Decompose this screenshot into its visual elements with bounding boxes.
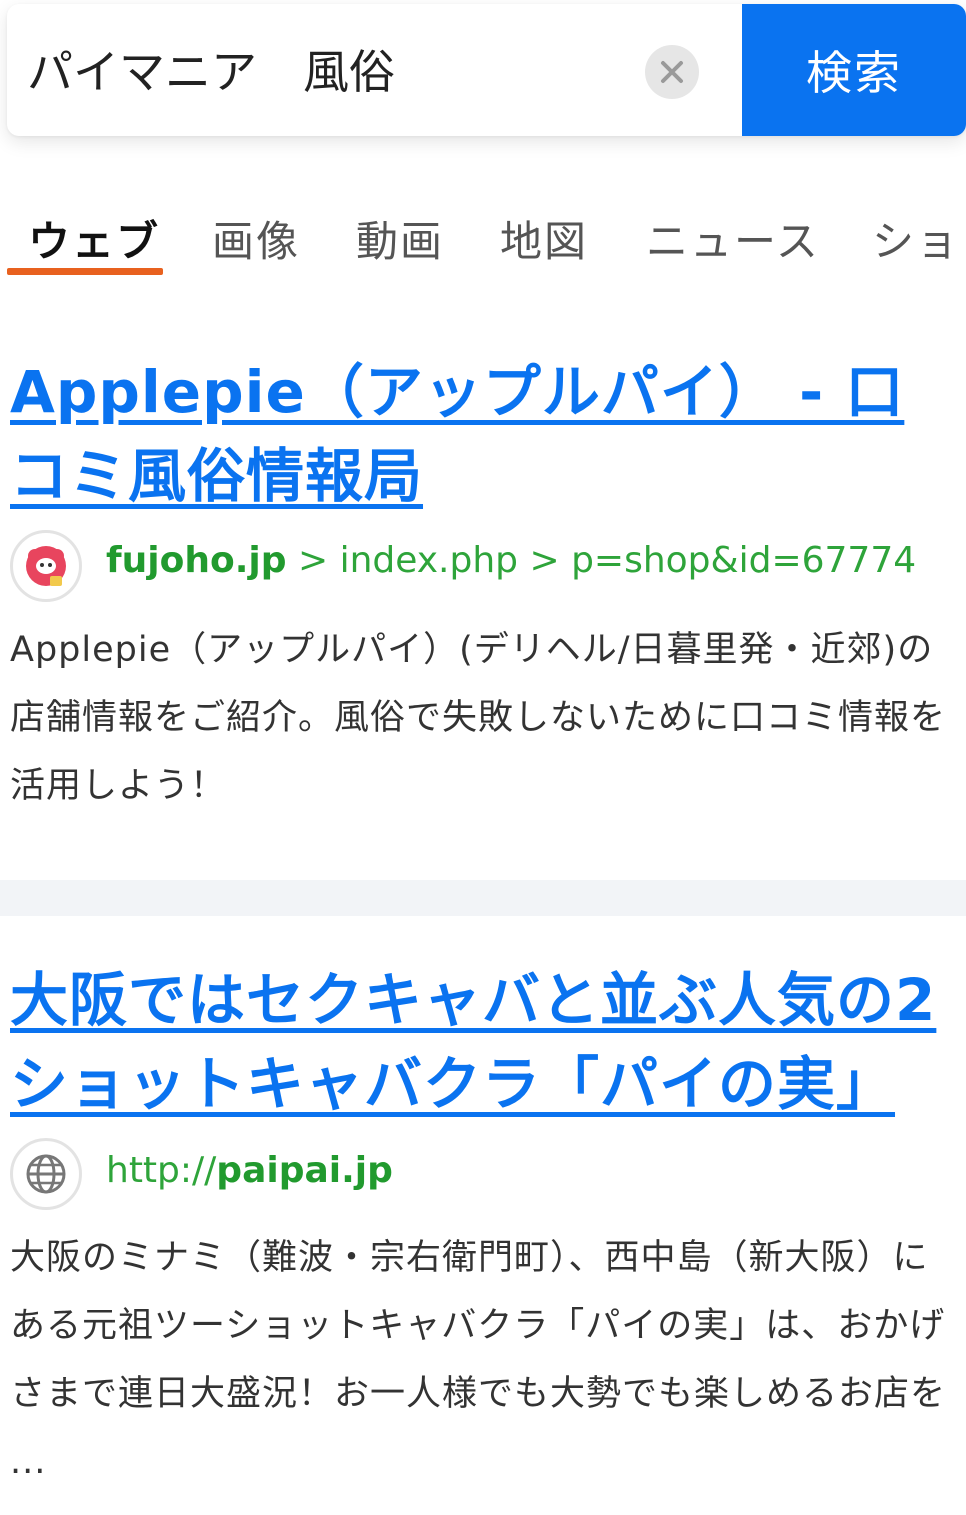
result-url-prefix: http:// — [106, 1150, 217, 1191]
result-snippet: Applepie（アップルパイ）(デリヘル/日暮里発・近郊)の店舗情報をご紹介。… — [10, 630, 947, 806]
result-domain: fujoho.jp — [106, 540, 287, 581]
globe-icon — [10, 1138, 82, 1210]
result-domain: paipai.jp — [216, 1150, 393, 1191]
search-input[interactable] — [27, 32, 627, 112]
result-path: > index.php > p=shop&id=67774 — [286, 540, 917, 581]
result-url[interactable]: fujoho.jp > index.php > p=shop&id=67774 — [106, 540, 916, 581]
tab-videos[interactable]: 動画 — [356, 208, 444, 269]
search-tabs: ウェブ 画像 動画 地図 ニュース ショッ — [0, 190, 966, 280]
tab-maps[interactable]: 地図 — [500, 208, 588, 269]
tab-news[interactable]: ニュース — [646, 208, 820, 269]
close-icon — [661, 61, 683, 83]
results-divider — [0, 880, 966, 916]
search-button[interactable]: 検索 — [742, 4, 966, 136]
search-bar: 検索 — [7, 4, 966, 136]
tab-web[interactable]: ウェブ — [28, 208, 160, 269]
active-tab-indicator — [7, 268, 163, 275]
clear-search-button[interactable] — [645, 45, 699, 99]
tab-shopping[interactable]: ショッ — [872, 208, 966, 269]
result-snippet: 大阪のミナミ（難波・宗右衛門町）、西中島（新大阪）にある元祖ツーショットキャバク… — [10, 1238, 947, 1482]
fujoho-mascot-icon — [10, 530, 82, 602]
result-title-link[interactable]: 大阪ではセクキャバと並ぶ人気の2ショットキャバクラ「パイの実」 — [10, 958, 960, 1126]
result-url[interactable]: http://paipai.jp — [106, 1150, 393, 1191]
result-title-link[interactable]: Applepie（アップルパイ） - 口コミ風俗情報局 — [10, 350, 960, 518]
tab-images[interactable]: 画像 — [212, 208, 300, 269]
